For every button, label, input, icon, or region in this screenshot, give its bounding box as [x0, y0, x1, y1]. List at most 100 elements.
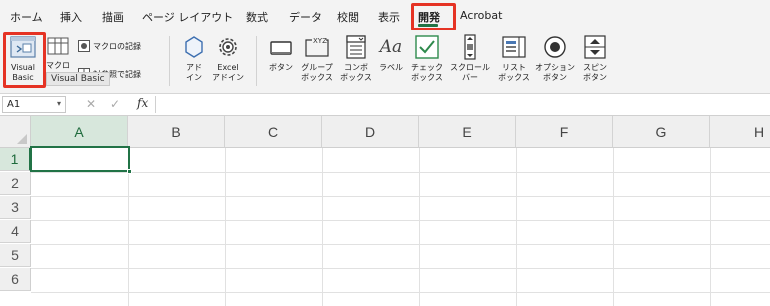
scroll-bar-control[interactable]: スクロール バー [448, 34, 492, 83]
record-macro-button[interactable]: マクロの記録 [78, 40, 141, 52]
option-button-control[interactable]: オプション ボタン [534, 34, 576, 83]
label-control-label: ラベル [379, 63, 403, 72]
combo-box-label-line1: コンボ [344, 63, 368, 72]
column-header-f[interactable]: F [516, 116, 613, 148]
tab-developer[interactable]: 開発 [418, 9, 440, 25]
combo-box-label-line2: ボックス [340, 73, 372, 82]
check-box-label-line2: ボックス [411, 73, 443, 82]
form-button-control[interactable]: ボタン [266, 34, 296, 73]
option-button-icon [544, 36, 566, 58]
spin-button-label-line1: スピン [583, 63, 607, 72]
tab-formulas[interactable]: 数式 [246, 9, 268, 25]
ribbon-panel: Visual Basic マクロ マクロの記録 対参照で記録 アド イン Exc… [0, 30, 770, 94]
formula-input[interactable] [155, 96, 768, 113]
row-header-2[interactable]: 2 [0, 172, 31, 195]
row-header-1[interactable]: 1 [0, 148, 31, 171]
active-cell-a1[interactable] [30, 146, 130, 172]
grid-line [31, 172, 770, 173]
row-header-3[interactable]: 3 [0, 196, 31, 219]
tab-page-layout[interactable]: ページ レイアウト [142, 9, 233, 25]
combo-box-icon [346, 35, 366, 59]
spin-button-icon [584, 35, 606, 59]
column-header-h[interactable]: H [710, 116, 770, 148]
column-header-e[interactable]: E [419, 116, 516, 148]
tab-data[interactable]: データ [289, 9, 322, 25]
excel-addins-button[interactable]: Excel アドイン [210, 34, 246, 83]
addins-label-line1: アド [186, 63, 202, 72]
excel-addins-label-line2: アドイン [212, 73, 244, 82]
grid-line [31, 292, 770, 293]
cancel-icon[interactable]: ✕ [86, 97, 96, 111]
macros-button[interactable]: マクロ [44, 36, 72, 71]
list-box-label-line2: ボックス [498, 73, 530, 82]
spin-button-label-line2: ボタン [583, 73, 607, 82]
scroll-bar-label-line2: バー [462, 73, 478, 82]
visual-basic-icon [10, 36, 36, 58]
tab-review[interactable]: 校閲 [337, 9, 359, 25]
row-header-5[interactable]: 5 [0, 244, 31, 267]
group-box-control[interactable]: XYZ グループ ボックス [298, 34, 336, 83]
macros-icon [47, 37, 69, 55]
row-header-4[interactable]: 4 [0, 220, 31, 243]
fill-handle[interactable] [127, 169, 132, 174]
grid-line [31, 196, 770, 197]
label-control-icon: Aa [379, 37, 403, 57]
column-header-c[interactable]: C [225, 116, 322, 148]
group-box-glyph: XYZ [313, 37, 327, 45]
option-button-label-line2: ボタン [543, 73, 567, 82]
visual-basic-tooltip: Visual Basic [46, 72, 110, 86]
button-control-icon [270, 41, 292, 55]
grid-line [31, 268, 770, 269]
grid-line [31, 244, 770, 245]
row-header-6[interactable]: 6 [0, 268, 31, 291]
spreadsheet-grid[interactable]: A B C D E F G H 1 2 3 4 5 6 [0, 116, 770, 306]
gear-icon [219, 38, 237, 56]
macros-label: マクロ [46, 61, 70, 70]
enter-icon[interactable]: ✓ [110, 97, 120, 111]
visual-basic-button[interactable]: Visual Basic [6, 34, 40, 83]
active-tab-indicator [418, 24, 438, 27]
spin-button-control[interactable]: スピン ボタン [578, 34, 612, 83]
record-macro-icon [78, 40, 90, 52]
check-box-label-line1: チェック [411, 63, 443, 72]
ribbon-separator [169, 36, 170, 86]
visual-basic-label-line2: Basic [12, 73, 34, 82]
scroll-bar-icon [464, 34, 476, 60]
record-macro-label: マクロの記録 [93, 41, 141, 51]
tab-insert[interactable]: 挿入 [60, 9, 82, 25]
combo-box-control[interactable]: コンボ ボックス [340, 34, 372, 83]
check-box-icon [415, 35, 439, 59]
addins-label-line2: イン [186, 73, 202, 82]
tab-acrobat[interactable]: Acrobat [460, 9, 502, 22]
check-box-control[interactable]: チェック ボックス [408, 34, 446, 83]
tab-view[interactable]: 表示 [378, 9, 400, 25]
list-box-icon [502, 36, 526, 58]
option-button-label-line1: オプション [535, 63, 575, 72]
tab-home[interactable]: ホーム [10, 9, 43, 25]
select-all-corner[interactable] [0, 116, 31, 148]
column-header-b[interactable]: B [128, 116, 225, 148]
ribbon-separator [256, 36, 257, 86]
group-box-label-line2: ボックス [301, 73, 333, 82]
name-box[interactable]: A1 ▾ [2, 96, 66, 113]
list-box-control[interactable]: リスト ボックス [496, 34, 532, 83]
list-box-label-line1: リスト [502, 63, 526, 72]
ribbon-tab-bar: ホーム 挿入 描画 ページ レイアウト 数式 データ 校閲 表示 開発 Acro… [0, 0, 770, 30]
scroll-bar-label-line1: スクロール [450, 63, 490, 72]
label-control[interactable]: Aa ラベル [376, 34, 406, 73]
grid-line [31, 220, 770, 221]
addins-icon [185, 36, 203, 58]
insert-function-icon[interactable]: fx [137, 96, 148, 110]
group-box-label-line1: グループ [301, 63, 333, 72]
column-header-a[interactable]: A [31, 116, 128, 148]
excel-addins-label-line1: Excel [217, 63, 239, 72]
formula-bar: A1 ▾ ✕ ✓ fx [0, 94, 770, 116]
addins-button[interactable]: アド イン [180, 34, 208, 83]
tab-draw[interactable]: 描画 [102, 9, 124, 25]
name-box-dropdown-icon[interactable]: ▾ [57, 99, 61, 108]
visual-basic-label-line1: Visual [11, 63, 35, 72]
column-header-d[interactable]: D [322, 116, 419, 148]
column-header-g[interactable]: G [613, 116, 710, 148]
button-control-label: ボタン [269, 63, 293, 72]
name-box-value: A1 [7, 99, 21, 110]
